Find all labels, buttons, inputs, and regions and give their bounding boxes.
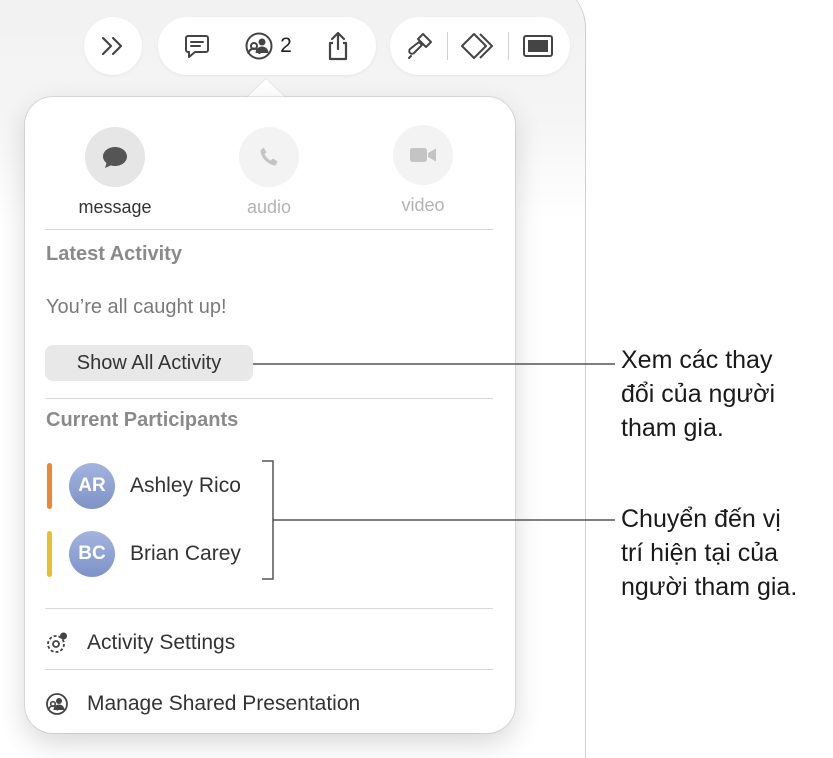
- callout-activity-line-1: Xem các thay: [621, 346, 773, 374]
- callout-bracket-participants: [262, 460, 274, 580]
- callout-participants-line-3: người tham gia.: [621, 573, 798, 601]
- callout-participants-text: Chuyển đến vị trí hiện tại của người tha…: [621, 502, 797, 604]
- callout-participants-line-1: Chuyển đến vị: [621, 505, 781, 533]
- callout-activity-line-2: đổi của người: [621, 380, 776, 408]
- callout-activity-text: Xem các thay đổi của người tham gia.: [621, 343, 775, 445]
- callout-participants-line-2: trí hiện tại của: [621, 539, 779, 567]
- screenshot-stage: 2 message audio video Latest Activity Yo…: [0, 0, 833, 758]
- callout-activity-line-3: tham gia.: [621, 414, 724, 442]
